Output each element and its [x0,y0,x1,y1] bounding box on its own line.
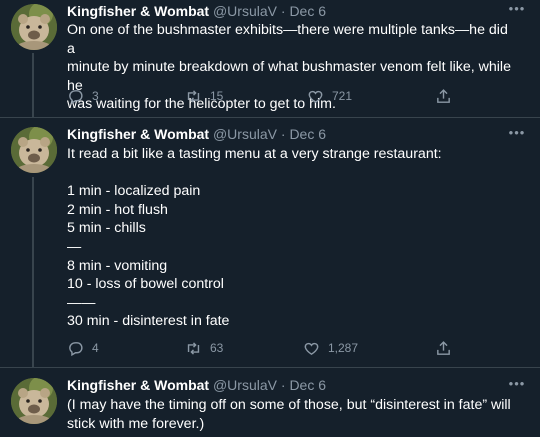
reply-icon [69,341,83,356]
tweet-header: Kingfisher & Wombat @UrsulaV · Dec 6 [67,125,500,143]
tweet-actions: 4 63 1,287 [67,338,450,358]
thread-line [32,53,34,118]
separator-dot: · [280,377,286,393]
like-button[interactable]: 721 [307,86,352,106]
reply-button[interactable]: 4 [67,338,99,358]
thread-line [32,177,34,368]
display-name[interactable]: Kingfisher & Wombat [67,3,209,19]
separator-dot: · [280,126,286,142]
like-button[interactable]: 1,287 [303,338,358,358]
avatar[interactable] [11,378,57,424]
share-button[interactable] [435,338,452,358]
wombat-avatar-image [11,127,57,173]
handle[interactable]: @UrsulaV [213,3,277,19]
more-dots-icon[interactable]: ••• [508,377,526,392]
avatar[interactable] [11,127,57,173]
tweet-3[interactable]: Kingfisher & Wombat @UrsulaV · Dec 6 •••… [0,368,540,437]
reply-button[interactable]: 3 [67,86,99,106]
display-name[interactable]: Kingfisher & Wombat [67,377,209,393]
tweet-header: Kingfisher & Wombat @UrsulaV · Dec 6 [67,376,500,394]
retweet-icon [187,89,200,103]
reply-count: 4 [92,341,99,355]
timestamp[interactable]: Dec 6 [289,377,326,393]
retweet-count: 63 [210,341,224,355]
more-dots-icon[interactable]: ••• [508,126,526,141]
tweet-header: Kingfisher & Wombat @UrsulaV · Dec 6 [67,2,500,20]
retweet-icon [187,341,200,355]
like-count: 721 [332,89,353,103]
timestamp[interactable]: Dec 6 [289,126,326,142]
tweet-text: (I may have the timing off on some of th… [67,397,511,432]
retweet-button[interactable]: 15 [185,86,223,106]
share-icon [437,340,450,355]
tweet-text: It read a bit like a tasting menu at a v… [67,146,442,330]
heart-icon [308,90,323,103]
handle[interactable]: @UrsulaV [213,126,277,142]
reply-icon [69,89,83,104]
reply-count: 3 [92,89,99,103]
avatar[interactable] [11,4,57,50]
tweet-2[interactable]: Kingfisher & Wombat @UrsulaV · Dec 6 •••… [0,118,540,368]
share-button[interactable] [435,86,452,106]
more-dots-icon[interactable]: ••• [508,2,526,17]
retweet-count: 15 [210,89,224,103]
heart-icon [304,342,319,355]
tweet-1[interactable]: Kingfisher & Wombat @UrsulaV · Dec 6 •••… [0,0,540,118]
tweet-actions: 3 15 721 [67,86,450,106]
wombat-avatar-image [11,378,57,424]
share-icon [437,88,450,103]
wombat-avatar-image [11,4,57,50]
display-name[interactable]: Kingfisher & Wombat [67,126,209,142]
handle[interactable]: @UrsulaV [213,377,277,393]
timestamp[interactable]: Dec 6 [289,3,326,19]
separator-dot: · [280,3,286,19]
like-count: 1,287 [328,341,359,355]
retweet-button[interactable]: 63 [185,338,223,358]
